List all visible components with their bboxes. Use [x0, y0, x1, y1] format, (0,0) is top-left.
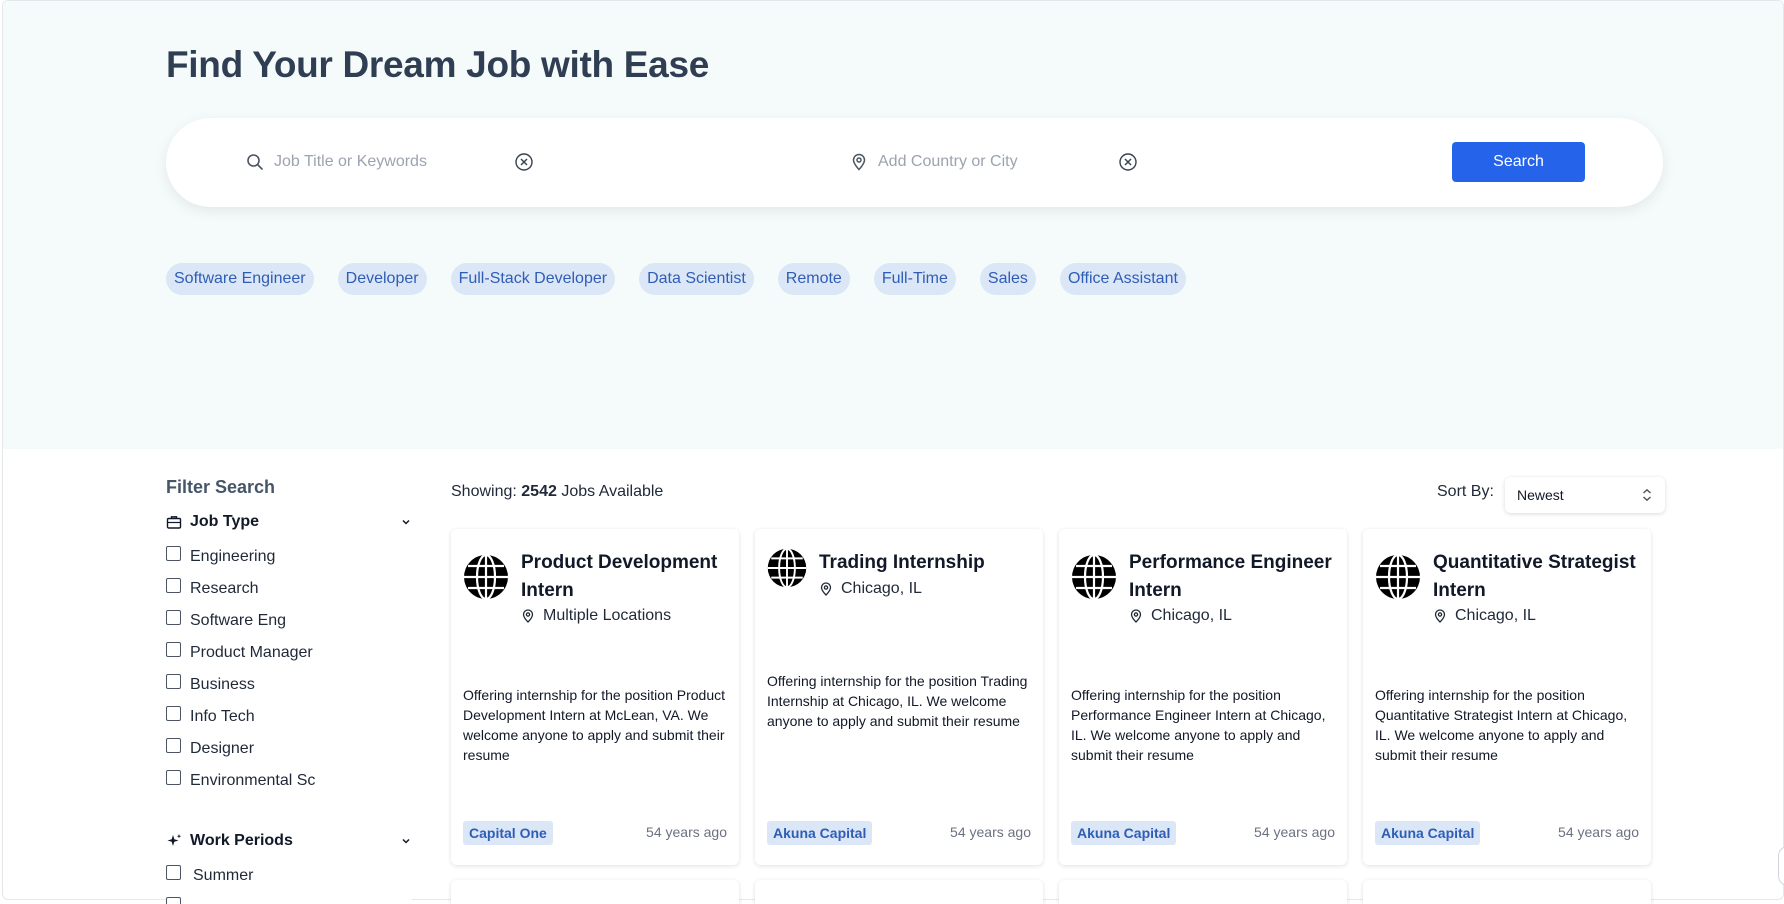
checkbox-next[interactable] — [166, 896, 181, 904]
checkbox-business[interactable] — [166, 673, 181, 689]
globe-icon — [766, 547, 808, 589]
filter-option-product-manager: Product Manager — [166, 637, 412, 669]
filter-option-summer: Summer — [166, 860, 412, 892]
posted-age: 54 years ago — [646, 824, 727, 840]
job-title: Performance Engineer Intern — [1129, 552, 1332, 601]
job-description: Offering internship for the position Qua… — [1375, 687, 1628, 763]
filter-option-next — [166, 892, 412, 904]
tag-developer[interactable]: Developer — [337, 263, 427, 295]
sort-value: Newest — [1517, 487, 1564, 503]
filter-title: Filter Search — [166, 477, 276, 497]
checkbox-engineering[interactable] — [166, 545, 181, 561]
job-card-next-row[interactable] — [755, 880, 1043, 904]
filter-option-environmental-sc: Environmental Sc — [166, 765, 412, 797]
tag-data-scientist[interactable]: Data Scientist — [639, 263, 754, 295]
checkbox-software-eng[interactable] — [166, 609, 181, 625]
job-card-next-row[interactable] — [451, 880, 739, 904]
globe-icon — [1374, 553, 1422, 601]
tag-remote[interactable]: Remote — [777, 263, 850, 295]
filter-option-software-eng: Software Eng — [166, 605, 412, 637]
map-pin-icon — [1129, 609, 1143, 623]
job-card[interactable]: Quantitative Strategist Intern Chicago, … — [1363, 529, 1651, 865]
job-card[interactable]: Product Development Intern Multiple Loca… — [451, 529, 739, 865]
clear-keywords-icon[interactable] — [514, 152, 534, 172]
checkbox-summer[interactable] — [166, 864, 181, 880]
company-badge: Akuna Capital — [1071, 821, 1177, 845]
job-location: Multiple Locations — [521, 607, 671, 625]
checkbox-research[interactable] — [166, 577, 181, 593]
jobs-count: 2542 — [521, 483, 557, 500]
tag-full-stack-developer[interactable]: Full-Stack Developer — [450, 263, 616, 295]
search-button[interactable]: Search — [1452, 142, 1585, 182]
sort-select[interactable]: Newest — [1505, 477, 1665, 513]
work-periods-options: Summer — [166, 860, 412, 904]
job-card-next-row[interactable] — [1363, 880, 1651, 904]
job-type-options: Engineering Research Software Eng Produc… — [166, 541, 412, 797]
job-card[interactable]: Performance Engineer Intern Chicago, IL … — [1059, 529, 1347, 865]
chevron-down-icon — [400, 835, 412, 847]
tag-sales[interactable]: Sales — [979, 263, 1036, 295]
company-badge: Akuna Capital — [1375, 821, 1481, 845]
job-description: Offering internship for the position Per… — [1071, 687, 1326, 763]
company-badge: Capital One — [463, 821, 553, 845]
results-count: Showing: 2542 Jobs Available — [451, 483, 664, 500]
job-card-next-row[interactable] — [1059, 880, 1347, 904]
filter-option-info-tech: Info Tech — [166, 701, 412, 733]
checkbox-environmental-sc[interactable] — [166, 769, 181, 785]
sparkle-icon — [166, 833, 182, 849]
filter-option-business: Business — [166, 669, 412, 701]
job-type-group-toggle[interactable]: Job Type — [166, 512, 412, 532]
company-badge: Akuna Capital — [767, 821, 873, 845]
keywords-input[interactable] — [274, 153, 514, 171]
job-location: Chicago, IL — [1433, 607, 1536, 625]
location-search-field — [850, 147, 1138, 177]
job-description: Offering internship for the position Tra… — [767, 673, 1028, 729]
keywords-search-field — [246, 147, 534, 177]
map-pin-icon — [521, 609, 535, 623]
map-pin-icon — [819, 582, 833, 596]
job-location: Chicago, IL — [819, 580, 922, 598]
checkbox-designer[interactable] — [166, 737, 181, 753]
posted-age: 54 years ago — [950, 824, 1031, 840]
briefcase-icon — [166, 514, 182, 530]
map-pin-icon — [1433, 609, 1447, 623]
globe-icon — [462, 553, 510, 601]
filter-sidebar: Filter Search Job Type Engineering Resea… — [166, 472, 412, 904]
checkbox-product-manager[interactable] — [166, 641, 181, 657]
checkbox-info-tech[interactable] — [166, 705, 181, 721]
job-title: Product Development Intern — [521, 552, 718, 601]
location-input[interactable] — [878, 153, 1118, 171]
job-card[interactable]: Trading Internship Chicago, IL Offering … — [755, 529, 1043, 865]
chevron-down-icon — [400, 516, 412, 528]
clear-location-icon[interactable] — [1118, 152, 1138, 172]
map-pin-icon — [850, 153, 868, 171]
tag-full-time[interactable]: Full-Time — [873, 263, 956, 295]
job-location: Chicago, IL — [1129, 607, 1232, 625]
posted-age: 54 years ago — [1558, 824, 1639, 840]
job-title: Trading Internship — [819, 552, 985, 573]
filter-option-research: Research — [166, 573, 412, 605]
tag-office-assistant[interactable]: Office Assistant — [1059, 263, 1186, 295]
filter-option-designer: Designer — [166, 733, 412, 765]
tag-software-engineer[interactable]: Software Engineer — [166, 263, 314, 295]
search-icon — [246, 153, 264, 171]
sort-label: Sort By: — [1437, 483, 1494, 500]
job-description: Offering internship for the position Pro… — [463, 687, 726, 763]
posted-age: 54 years ago — [1254, 824, 1335, 840]
job-title: Quantitative Strategist Intern — [1433, 552, 1636, 601]
globe-icon — [1070, 553, 1118, 601]
job-type-label: Job Type — [190, 513, 260, 530]
work-periods-group-toggle[interactable]: Work Periods — [166, 831, 412, 851]
popular-tags: Software Engineer Developer Full-Stack D… — [166, 263, 1210, 295]
up-down-chevron-icon — [1641, 488, 1653, 502]
search-bar: Search — [166, 118, 1663, 207]
filter-option-engineering: Engineering — [166, 541, 412, 573]
work-periods-label: Work Periods — [190, 832, 293, 849]
scroll-edge-handle[interactable] — [1778, 846, 1784, 886]
page-title: Find Your Dream Job with Ease — [166, 44, 709, 85]
